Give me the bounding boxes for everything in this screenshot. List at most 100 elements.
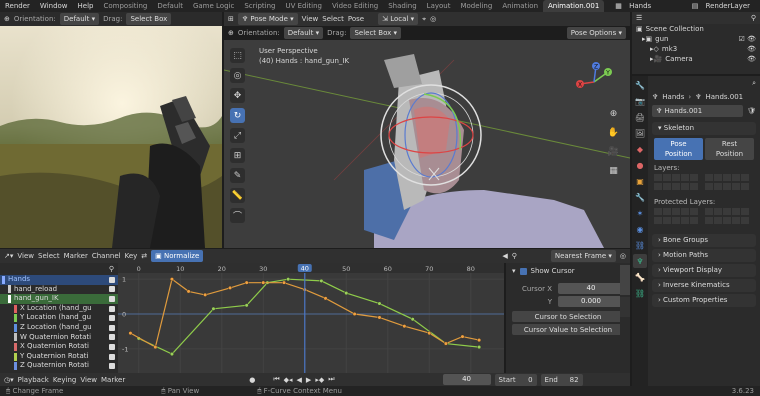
menu-view[interactable]: View — [302, 15, 319, 23]
collapse-arrow-icon[interactable]: ▾ — [512, 267, 516, 275]
pivot-icon[interactable]: ⊕ — [228, 29, 234, 37]
tab-default[interactable]: Default — [152, 0, 188, 12]
rest-position-button[interactable]: Rest Position — [705, 138, 754, 160]
editor-type-icon[interactable]: ⊞ — [228, 15, 234, 23]
timeline-menu-keying[interactable]: Keying — [53, 376, 77, 384]
scene-selector[interactable]: ▦ Hands — [610, 0, 661, 12]
view-layer-tab-icon[interactable]: 🖼 — [633, 126, 647, 140]
tab-shading[interactable]: Shading — [383, 0, 421, 12]
channel-row[interactable]: Y Quaternion Rotati — [0, 352, 118, 362]
sidebar-tab-view[interactable] — [620, 265, 630, 295]
pose-options-dropdown[interactable]: Pose Options ▾ — [566, 27, 626, 39]
menu-render[interactable]: Render — [0, 0, 35, 12]
outliner-row[interactable]: ▸◇ mk3 👁 — [632, 44, 760, 54]
rotate-tool-icon[interactable]: ↻ — [230, 108, 245, 123]
camera-view-icon[interactable]: 🎥 — [606, 144, 621, 159]
channel-row[interactable]: hand_gun_IK — [0, 294, 118, 304]
tab-animation[interactable]: Animation — [497, 0, 543, 12]
timeline-menu-playback[interactable]: Playback — [18, 376, 49, 384]
tab-compositing[interactable]: Compositing — [99, 0, 153, 12]
jump-start-icon[interactable]: ⏮ — [273, 375, 279, 384]
modifier-tab-icon[interactable]: 🔧 — [633, 190, 647, 204]
graph-menu-key[interactable]: Key — [125, 252, 138, 260]
end-frame-field[interactable]: End 82 — [540, 373, 583, 386]
constraint-tab-icon[interactable]: ⛓ — [633, 238, 647, 252]
move-tool-icon[interactable]: ✥ — [230, 88, 245, 103]
cursor-value-to-selection-button[interactable]: Cursor Value to Selection — [512, 324, 624, 335]
channel-visibility-checkbox[interactable] — [109, 334, 115, 341]
zoom-icon[interactable]: ⊕ — [606, 106, 621, 121]
tab-modeling[interactable]: Modeling — [455, 0, 497, 12]
proportional-edit-icon[interactable]: ◎ — [430, 15, 436, 23]
search-icon[interactable]: ⌕ — [752, 79, 756, 88]
visibility-eye-icon[interactable]: 👁 — [747, 54, 760, 64]
cursor-x-field[interactable]: 40 — [558, 283, 624, 294]
channel-visibility-checkbox[interactable] — [109, 295, 115, 302]
channel-row[interactable]: hand_reload — [0, 285, 118, 295]
transform-pivot-icon[interactable]: ⊕ — [4, 15, 10, 23]
channel-visibility-checkbox[interactable] — [109, 305, 115, 312]
filter-icon[interactable]: ⚲ — [751, 14, 756, 22]
channel-row[interactable]: Hands — [0, 275, 118, 285]
channel-visibility-checkbox[interactable] — [109, 315, 115, 322]
play-icon[interactable]: ▶ — [306, 376, 311, 384]
tab-layout[interactable]: Layout — [422, 0, 456, 12]
graph-snap-icon[interactable]: ◀ — [502, 252, 507, 260]
measure-tool-icon[interactable]: 📏 — [230, 188, 245, 203]
data-block-field[interactable]: ♆ Hands.001 — [652, 105, 744, 117]
world-tab-icon[interactable]: ● — [633, 158, 647, 172]
menu-window[interactable]: Window — [35, 0, 73, 12]
timeline-menu-view[interactable]: View — [80, 376, 97, 384]
pan-hand-icon[interactable]: ✋ — [606, 125, 621, 140]
outliner-editor-icon[interactable]: ☰ — [636, 14, 642, 22]
visibility-eye-icon[interactable]: 👁 — [747, 44, 760, 54]
layers-grid[interactable] — [654, 174, 754, 192]
bone-constraint-tab-icon[interactable]: ⛓ — [633, 286, 647, 300]
sidebar-tab-fcurve[interactable] — [620, 297, 630, 317]
channel-visibility-checkbox[interactable] — [109, 353, 115, 360]
current-frame-field[interactable]: 40 — [442, 374, 491, 385]
object-tab-icon[interactable]: ▣ — [633, 174, 647, 188]
graph-menu-marker[interactable]: Marker — [64, 252, 88, 260]
snap-icon[interactable]: ⌖ — [422, 15, 426, 24]
menu-help[interactable]: Help — [73, 0, 99, 12]
menu-pose[interactable]: Pose — [348, 15, 364, 23]
graph-filter-icon[interactable]: ⚲ — [512, 252, 517, 260]
view-layer-selector[interactable]: ▤ RenderLayer — [687, 0, 760, 12]
graph-menu-channel[interactable]: Channel — [92, 252, 121, 260]
custom-properties-panel[interactable]: › Custom Properties — [652, 294, 756, 307]
tab-uv-editing[interactable]: UV Editing — [280, 0, 327, 12]
ortho-grid-icon[interactable]: ▦ — [606, 163, 621, 178]
inverse-kinematics-panel[interactable]: › Inverse Kinematics — [652, 279, 756, 292]
transform-tool-icon[interactable]: ⊞ — [230, 148, 245, 163]
tab-animation-001[interactable]: Animation.001 — [543, 0, 605, 12]
start-frame-field[interactable]: Start 0 — [494, 373, 537, 386]
physics-tab-icon[interactable]: ◉ — [633, 222, 647, 236]
channel-row[interactable]: Z Location (hand_gu — [0, 323, 118, 333]
bone-tab-icon[interactable]: 🦴 — [633, 270, 647, 284]
channel-visibility-checkbox[interactable] — [109, 276, 115, 283]
tab-video-editing[interactable]: Video Editing — [327, 0, 383, 12]
protected-layers-grid[interactable] — [654, 208, 754, 226]
channel-row[interactable]: Y Location (hand_gu — [0, 313, 118, 323]
menu-select[interactable]: Select — [322, 15, 344, 23]
output-tab-icon[interactable]: 🖨 — [633, 110, 647, 124]
channel-row[interactable]: W Quaternion Rotati — [0, 333, 118, 343]
channel-row[interactable]: X Location (hand_gu — [0, 304, 118, 314]
outliner-row[interactable]: ▸🎥 Camera 👁 — [632, 54, 760, 64]
timeline-editor-icon[interactable]: ◷▾ — [4, 376, 14, 384]
orientation-dropdown[interactable]: Default ▾ — [59, 13, 100, 25]
graph-menu-select[interactable]: Select — [38, 252, 60, 260]
graph-editor-type-icon[interactable]: ↗▾ — [4, 252, 13, 260]
transform-space-dropdown[interactable]: ⇲ Local ▾ — [378, 13, 419, 25]
bone-groups-panel[interactable]: › Bone Groups — [652, 234, 756, 247]
show-cursor-checkbox[interactable] — [519, 267, 527, 275]
channel-visibility-checkbox[interactable] — [109, 363, 115, 370]
pivot-dropdown[interactable]: Nearest Frame ▾ — [550, 250, 616, 262]
next-key-icon[interactable]: ▸◆ — [315, 376, 324, 384]
camera-render-view[interactable] — [0, 26, 222, 248]
cursor-to-selection-button[interactable]: Cursor to Selection — [512, 311, 624, 322]
record-icon[interactable]: ● — [249, 376, 255, 384]
timeline-menu-marker[interactable]: Marker — [101, 376, 125, 384]
particles-tab-icon[interactable]: ✶ — [633, 206, 647, 220]
